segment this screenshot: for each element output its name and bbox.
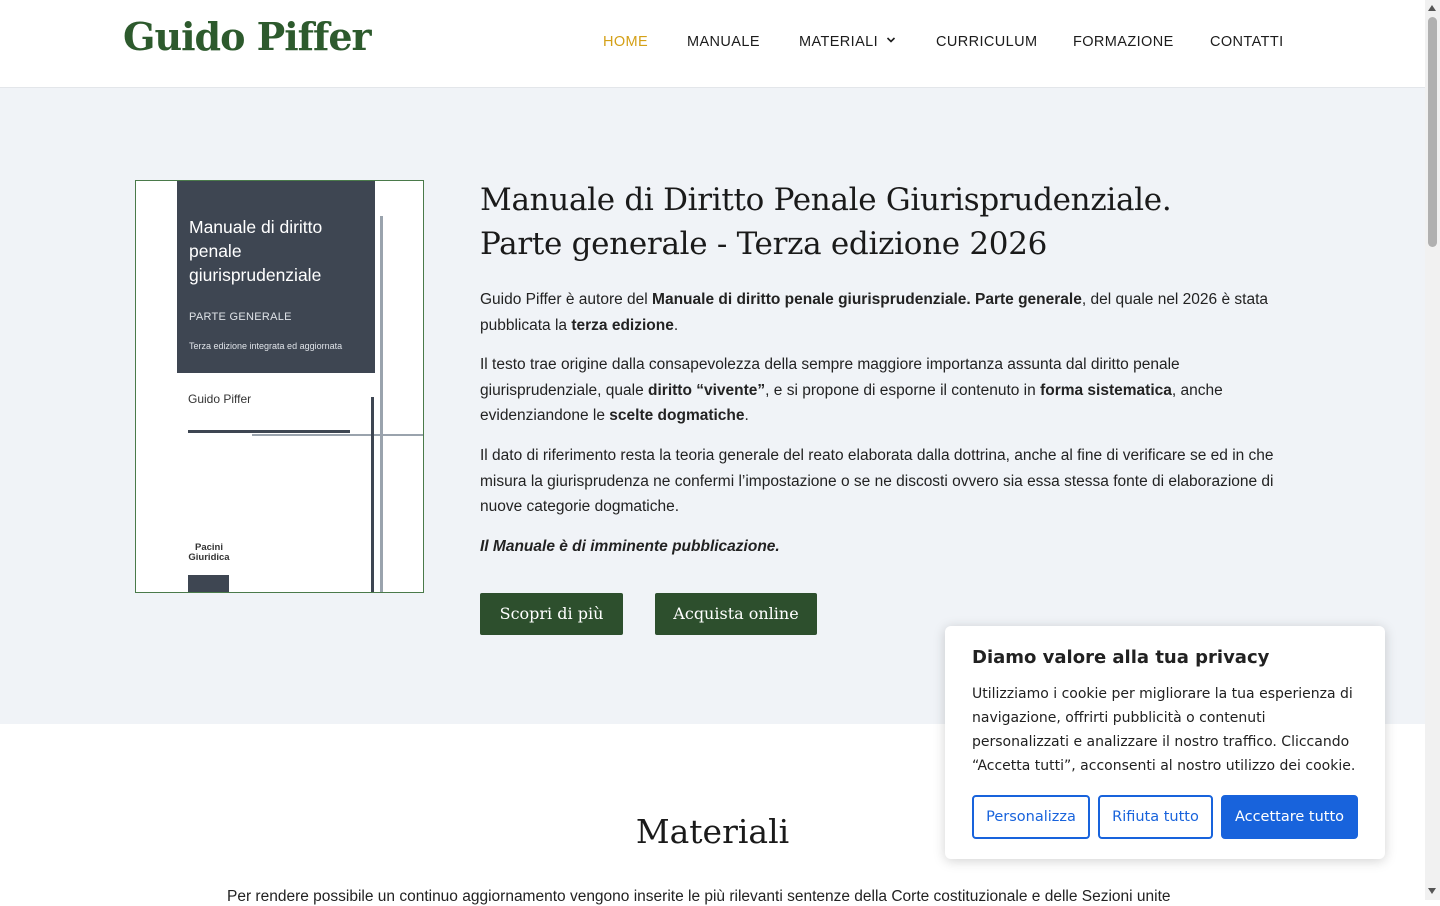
text-bold: forma sistematica [1040, 381, 1172, 399]
text-span: . [673, 316, 679, 334]
text-bold: diritto “vivente” [648, 381, 766, 399]
scrollbar-thumb[interactable] [1428, 17, 1437, 247]
text-span: . [744, 407, 749, 424]
site-header: Guido Piffer HOME MANUALE MATERIALI CURR… [0, 0, 1425, 88]
book-cover-subtitle: PARTE GENERALE [189, 311, 292, 323]
text-bold: terza edizione [571, 316, 674, 334]
nav-item-home[interactable]: HOME [603, 34, 648, 50]
nav-item-formazione[interactable]: FORMAZIONE [1073, 34, 1174, 50]
book-cover-edition: Terza edizione integrata ed aggiornata [189, 341, 343, 351]
book-cover-author: Guido Piffer [188, 392, 252, 406]
reject-all-cookies-button[interactable]: Rifiuta tutto [1098, 795, 1213, 839]
accept-all-cookies-button[interactable]: Accettare tutto [1221, 795, 1358, 839]
nav-item-manuale[interactable]: MANUALE [687, 34, 760, 50]
nav-item-curriculum[interactable]: CURRICULUM [936, 34, 1037, 50]
materials-text: Per rendere possibile un continuo aggior… [227, 888, 1171, 905]
cover-line [371, 397, 374, 592]
customize-cookies-button[interactable]: Personalizza [972, 795, 1090, 839]
scroll-up-icon[interactable] [1428, 5, 1436, 11]
nav-item-materiali-label: MATERIALI [799, 34, 879, 50]
cookie-banner: Diamo valore alla tua privacy Utilizziam… [945, 626, 1385, 859]
hero-title: Manuale di Diritto Penale Giurisprudenzi… [480, 178, 1172, 266]
cover-line [380, 216, 383, 592]
scroll-down-icon[interactable] [1428, 888, 1436, 894]
book-cover-band: Manuale di diritto penale giurisprudenzi… [177, 181, 375, 373]
buy-online-button[interactable]: Acquista online [655, 593, 817, 635]
hero-paragraph-3: Il dato di riferimento resta la teoria g… [480, 447, 1274, 515]
text-span: , e si propone di esporne il contenuto i… [765, 381, 1041, 399]
hero-paragraph-1: Guido Piffer è autore del Manuale di dir… [480, 287, 1280, 338]
cookie-text: Utilizziamo i cookie per migliorare la t… [972, 686, 1356, 774]
hero-paragraph-2: Il testo trae origine dalla consapevolez… [480, 352, 1280, 429]
publication-note: Il Manuale è di imminente pubblicazione. [480, 538, 780, 555]
publisher-block [188, 575, 229, 592]
chevron-down-icon [887, 37, 896, 43]
discover-more-button[interactable]: Scopri di più [480, 593, 623, 635]
book-cover-title: Manuale di diritto penale giurisprudenzi… [189, 217, 323, 285]
site-logo[interactable]: Guido Piffer [123, 14, 372, 59]
hero-title-line1: Manuale di Diritto Penale Giurisprudenzi… [480, 182, 1172, 218]
vertical-scrollbar[interactable] [1425, 0, 1440, 900]
nav-item-contatti[interactable]: CONTATTI [1210, 34, 1284, 50]
text-span: Guido Piffer è autore del [480, 291, 653, 308]
nav-item-materiali[interactable]: MATERIALI [799, 34, 896, 50]
hero-title-line2: Parte generale - Terza edizione 2026 [480, 226, 1048, 262]
book-cover-image: Manuale di diritto penale giurisprudenzi… [135, 180, 424, 593]
text-bold: scelte dogmatiche [609, 407, 745, 424]
text-bold: Manuale di diritto penale giurisprudenzi… [652, 291, 1082, 308]
cookie-title: Diamo valore alla tua privacy [972, 647, 1270, 668]
publisher-logo: Pacini Giuridica [188, 542, 230, 563]
cover-line [252, 434, 423, 436]
cover-line [188, 430, 350, 433]
